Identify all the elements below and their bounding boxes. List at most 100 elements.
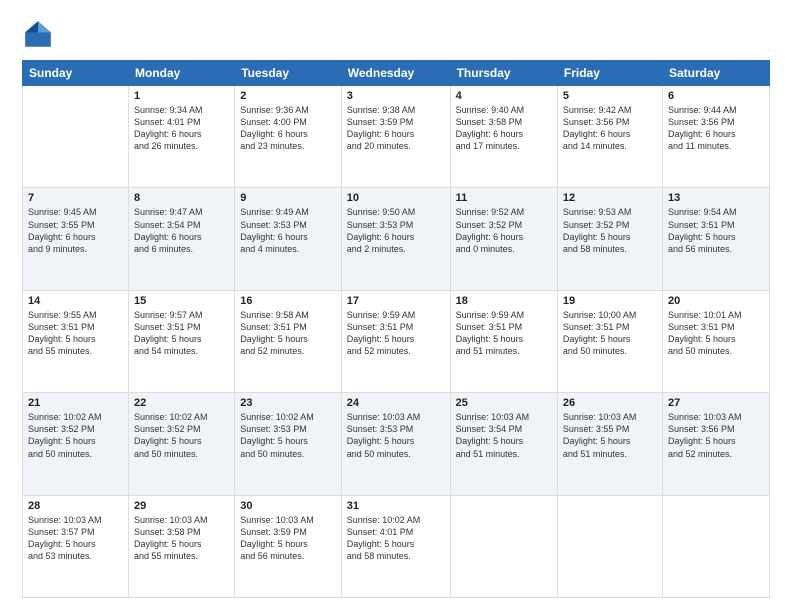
calendar-cell: 23 Sunrise: 10:02 AM Sunset: 3:53 PM Dayl… [235,393,342,495]
calendar-cell: 3Sunrise: 9:38 AM Sunset: 3:59 PM Daylig… [341,86,450,188]
cell-info: Sunrise: 9:58 AM Sunset: 3:51 PM Dayligh… [240,309,336,358]
day-number: 20 [668,295,764,307]
cell-info: Sunrise: 10:01 AM Sunset: 3:51 PM Daylig… [668,309,764,358]
cell-info: Sunrise: 10:03 AM Sunset: 3:53 PM Daylig… [347,411,445,460]
calendar-week-row: 7 Sunrise: 9:45 AM Sunset: 3:55 PM Daylig… [23,188,770,290]
calendar-cell: 25 Sunrise: 10:03 AM Sunset: 3:54 PM Dayl… [450,393,557,495]
calendar-cell: 28Sunrise: 10:03 AM Sunset: 3:57 PM Dayl… [23,495,129,597]
day-number: 4 [456,90,552,102]
cell-info: Sunrise: 9:50 AM Sunset: 3:53 PM Dayligh… [347,206,445,255]
cell-info: Sunrise: 10:03 AM Sunset: 3:58 PM Daylig… [134,514,229,563]
cell-info: Sunrise: 9:54 AM Sunset: 3:51 PM Dayligh… [668,206,764,255]
cell-info: Sunrise: 9:59 AM Sunset: 3:51 PM Dayligh… [456,309,552,358]
day-number: 27 [668,397,764,409]
calendar-cell: 27 Sunrise: 10:03 AM Sunset: 3:56 PM Dayl… [662,393,769,495]
calendar-week-row: 1 Sunrise: 9:34 AM Sunset: 4:01 PM Daylig… [23,86,770,188]
calendar-cell: 18 Sunrise: 9:59 AM Sunset: 3:51 PM Dayli… [450,290,557,392]
day-number: 17 [347,295,445,307]
day-number: 15 [134,295,229,307]
cell-info: Sunrise: 9:55 AM Sunset: 3:51 PM Dayligh… [28,309,123,358]
calendar-body: 1 Sunrise: 9:34 AM Sunset: 4:01 PM Daylig… [23,86,770,598]
calendar-cell: 14Sunrise: 9:55 AM Sunset: 3:51 PM Dayli… [23,290,129,392]
day-number: 24 [347,397,445,409]
logo [22,18,60,50]
cell-info: Sunrise: 10:03 AM Sunset: 3:55 PM Daylig… [563,411,657,460]
day-number: 25 [456,397,552,409]
cell-info: Sunrise: 9:45 AM Sunset: 3:55 PM Dayligh… [28,206,123,255]
cell-info: Sunrise: 10:02 AM Sunset: 3:52 PM Daylig… [134,411,229,460]
cell-info: Sunrise: 9:47 AM Sunset: 3:54 PM Dayligh… [134,206,229,255]
day-number: 21 [28,397,123,409]
day-number: 23 [240,397,336,409]
cell-info: Sunrise: 10:03 AM Sunset: 3:54 PM Daylig… [456,411,552,460]
calendar-cell: 29 Sunrise: 10:03 AM Sunset: 3:58 PM Dayl… [128,495,234,597]
calendar-cell: 13Sunrise: 9:54 AM Sunset: 3:51 PM Dayli… [662,188,769,290]
day-number: 7 [28,192,123,204]
cell-info: Sunrise: 9:53 AM Sunset: 3:52 PM Dayligh… [563,206,657,255]
cell-info: Sunrise: 10:02 AM Sunset: 3:52 PM Daylig… [28,411,123,460]
cell-info: Sunrise: 9:34 AM Sunset: 4:01 PM Dayligh… [134,104,229,153]
calendar-cell: 1 Sunrise: 9:34 AM Sunset: 4:01 PM Daylig… [128,86,234,188]
day-number: 16 [240,295,336,307]
cell-info: Sunrise: 9:42 AM Sunset: 3:56 PM Dayligh… [563,104,657,153]
calendar-week-row: 14Sunrise: 9:55 AM Sunset: 3:51 PM Dayli… [23,290,770,392]
calendar-cell: 24 Sunrise: 10:03 AM Sunset: 3:53 PM Dayl… [341,393,450,495]
day-number: 31 [347,500,445,512]
day-number: 22 [134,397,229,409]
calendar-cell: 19Sunrise: 10:00 AM Sunset: 3:51 PM Dayl… [557,290,662,392]
cell-info: Sunrise: 9:44 AM Sunset: 3:56 PM Dayligh… [668,104,764,153]
page: SundayMondayTuesdayWednesdayThursdayFrid… [0,0,792,612]
cell-info: Sunrise: 10:02 AM Sunset: 3:53 PM Daylig… [240,411,336,460]
day-number: 5 [563,90,657,102]
calendar-cell: 11 Sunrise: 9:52 AM Sunset: 3:52 PM Dayli… [450,188,557,290]
calendar-cell: 12 Sunrise: 9:53 AM Sunset: 3:52 PM Dayli… [557,188,662,290]
calendar-header-cell: Wednesday [341,61,450,86]
calendar-cell [557,495,662,597]
day-number: 1 [134,90,229,102]
calendar-cell: 7 Sunrise: 9:45 AM Sunset: 3:55 PM Daylig… [23,188,129,290]
calendar-cell: 9 Sunrise: 9:49 AM Sunset: 3:53 PM Daylig… [235,188,342,290]
calendar-cell [662,495,769,597]
cell-info: Sunrise: 9:57 AM Sunset: 3:51 PM Dayligh… [134,309,229,358]
day-number: 26 [563,397,657,409]
cell-info: Sunrise: 9:49 AM Sunset: 3:53 PM Dayligh… [240,206,336,255]
day-number: 9 [240,192,336,204]
day-number: 18 [456,295,552,307]
cell-info: Sunrise: 10:03 AM Sunset: 3:56 PM Daylig… [668,411,764,460]
calendar-cell: 31Sunrise: 10:02 AM Sunset: 4:01 PM Dayl… [341,495,450,597]
cell-info: Sunrise: 9:38 AM Sunset: 3:59 PM Dayligh… [347,104,445,153]
calendar-cell: 20 Sunrise: 10:01 AM Sunset: 3:51 PM Dayl… [662,290,769,392]
calendar-week-row: 21 Sunrise: 10:02 AM Sunset: 3:52 PM Dayl… [23,393,770,495]
day-number: 28 [28,500,123,512]
day-number: 29 [134,500,229,512]
calendar-week-row: 28Sunrise: 10:03 AM Sunset: 3:57 PM Dayl… [23,495,770,597]
calendar-cell: 2Sunrise: 9:36 AM Sunset: 4:00 PM Daylig… [235,86,342,188]
cell-info: Sunrise: 10:00 AM Sunset: 3:51 PM Daylig… [563,309,657,358]
calendar-header-cell: Sunday [23,61,129,86]
day-number: 6 [668,90,764,102]
calendar-header-cell: Friday [557,61,662,86]
cell-info: Sunrise: 10:03 AM Sunset: 3:59 PM Daylig… [240,514,336,563]
calendar-cell [450,495,557,597]
calendar-header-cell: Saturday [662,61,769,86]
day-number: 11 [456,192,552,204]
day-number: 12 [563,192,657,204]
calendar-cell: 17 Sunrise: 9:59 AM Sunset: 3:51 PM Dayli… [341,290,450,392]
day-number: 2 [240,90,336,102]
calendar-cell: 10 Sunrise: 9:50 AM Sunset: 3:53 PM Dayli… [341,188,450,290]
calendar-cell: 26 Sunrise: 10:03 AM Sunset: 3:55 PM Dayl… [557,393,662,495]
calendar-cell: 30 Sunrise: 10:03 AM Sunset: 3:59 PM Dayl… [235,495,342,597]
calendar-cell: 16 Sunrise: 9:58 AM Sunset: 3:51 PM Dayli… [235,290,342,392]
day-number: 10 [347,192,445,204]
calendar-cell: 5 Sunrise: 9:42 AM Sunset: 3:56 PM Daylig… [557,86,662,188]
cell-info: Sunrise: 9:52 AM Sunset: 3:52 PM Dayligh… [456,206,552,255]
calendar-cell: 15 Sunrise: 9:57 AM Sunset: 3:51 PM Dayli… [128,290,234,392]
calendar-cell [23,86,129,188]
calendar-cell: 4Sunrise: 9:40 AM Sunset: 3:58 PM Daylig… [450,86,557,188]
calendar-cell: 6 Sunrise: 9:44 AM Sunset: 3:56 PM Daylig… [662,86,769,188]
calendar: SundayMondayTuesdayWednesdayThursdayFrid… [22,60,770,598]
cell-info: Sunrise: 9:59 AM Sunset: 3:51 PM Dayligh… [347,309,445,358]
logo-icon [22,18,54,50]
calendar-header-cell: Monday [128,61,234,86]
day-number: 30 [240,500,336,512]
